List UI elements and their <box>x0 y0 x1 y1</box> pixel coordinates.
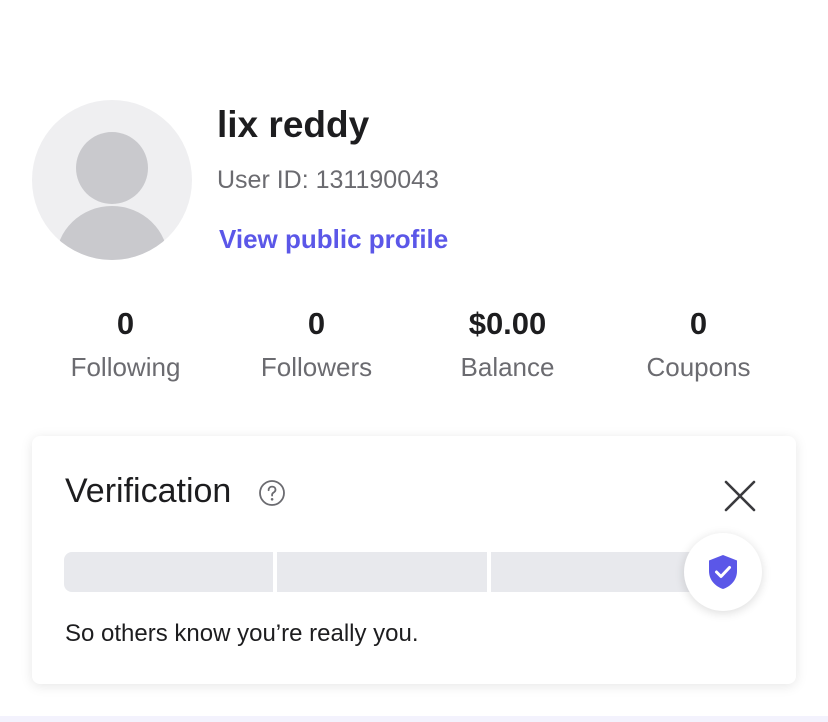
stat-value: 0 <box>116 306 135 341</box>
default-user-avatar-icon <box>56 132 168 260</box>
verification-card: Verification So others know you’re reall… <box>32 436 796 684</box>
bottom-section-edge <box>0 716 828 722</box>
stat-balance[interactable]: $0.00 Balance <box>412 300 603 400</box>
profile-header: lix reddy User ID: 131190043 View public… <box>32 100 792 260</box>
shield-check-icon <box>709 555 737 589</box>
stat-following[interactable]: 0 Following <box>30 300 221 400</box>
stat-followers[interactable]: 0 Followers <box>221 300 412 400</box>
user-name: lix reddy <box>217 104 370 145</box>
stat-value: $0.00 <box>468 306 547 341</box>
verification-title: Verification <box>65 472 232 510</box>
avatar[interactable] <box>32 100 192 260</box>
stat-label: Balance <box>460 352 555 382</box>
stat-label: Coupons <box>646 352 751 382</box>
view-public-profile-link[interactable]: View public profile <box>219 224 448 255</box>
verification-badge <box>684 533 762 611</box>
question-circle-icon[interactable] <box>258 479 286 507</box>
stat-coupons[interactable]: 0 Coupons <box>603 300 794 400</box>
close-icon[interactable] <box>720 476 760 516</box>
user-id: User ID: 131190043 <box>217 166 439 194</box>
progress-segment <box>277 552 487 592</box>
progress-segment <box>490 552 700 592</box>
stats-row: 0 Following 0 Followers $0.00 Balance 0 … <box>30 300 794 400</box>
stat-value: 0 <box>689 306 708 341</box>
stat-value: 0 <box>307 306 326 341</box>
verification-description: So others know you’re really you. <box>65 620 419 647</box>
progress-segment <box>64 552 274 592</box>
stat-label: Following <box>70 352 181 382</box>
verification-progress-bar <box>64 552 700 592</box>
stat-label: Followers <box>260 352 373 382</box>
